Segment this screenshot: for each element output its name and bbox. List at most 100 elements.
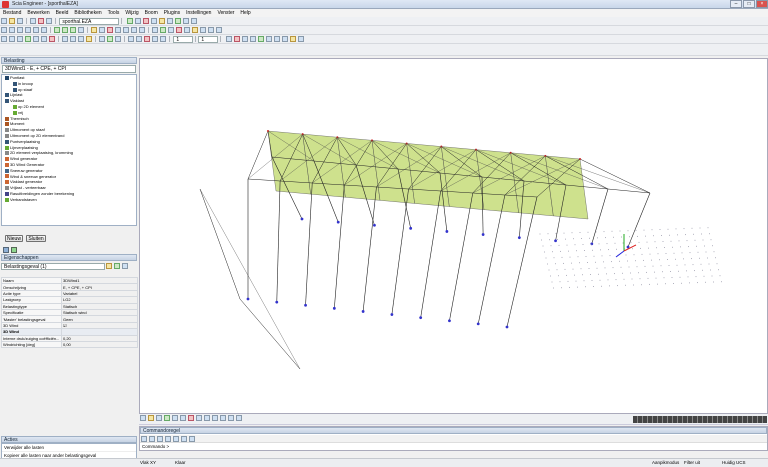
save-icon[interactable] — [17, 18, 23, 24]
document-icon[interactable] — [166, 18, 173, 24]
menu-venster[interactable]: Venster — [214, 9, 237, 17]
dimension-icon[interactable] — [192, 27, 198, 33]
loadcase-select[interactable]: 3DWind1 - E, + CPE, + CPI — [2, 65, 136, 73]
view-tool-6-icon[interactable] — [180, 415, 186, 421]
view-tool-8-icon[interactable] — [196, 415, 202, 421]
cmd-tool-6-icon[interactable] — [181, 436, 187, 442]
view-3d-icon[interactable] — [78, 27, 84, 33]
load-line-icon[interactable] — [136, 36, 142, 42]
view-tool-13-icon[interactable] — [236, 415, 242, 421]
delete-icon[interactable] — [49, 36, 55, 42]
info-icon[interactable] — [216, 27, 222, 33]
rotate-icon[interactable] — [41, 27, 47, 33]
cmd-tool-5-icon[interactable] — [173, 436, 179, 442]
property-value[interactable]: 0,00 — [61, 340, 138, 349]
clip-icon[interactable] — [265, 36, 272, 42]
close-button[interactable]: × — [756, 0, 768, 8]
trim-icon[interactable] — [62, 36, 68, 42]
label-icon[interactable] — [184, 27, 190, 33]
menu-bestand[interactable]: Bestand — [0, 9, 24, 17]
filter-icon[interactable] — [139, 27, 145, 33]
view-tool-3-icon[interactable] — [156, 415, 162, 421]
select-icon[interactable] — [1, 27, 7, 33]
property-row[interactable]: Windrichting [deg] 0,00 — [1, 340, 138, 349]
picture-icon[interactable] — [174, 18, 181, 24]
zoom-out-icon[interactable] — [25, 27, 31, 33]
cmd-tool-4-icon[interactable] — [165, 436, 171, 442]
spin-2[interactable]: 1 — [198, 36, 219, 43]
menu-instellingen[interactable]: Instellingen — [183, 9, 214, 17]
undo-icon[interactable] — [38, 18, 44, 24]
render-icon[interactable] — [99, 27, 105, 33]
zoom-in-icon[interactable] — [17, 27, 23, 33]
support-icon[interactable] — [168, 27, 174, 33]
line-icon[interactable] — [1, 36, 7, 42]
settings-icon[interactable] — [190, 18, 197, 24]
load-point-icon[interactable] — [128, 36, 134, 42]
table-icon[interactable] — [200, 27, 206, 33]
view-tool-12-icon[interactable] — [228, 415, 234, 421]
load-snow-icon[interactable] — [160, 36, 166, 42]
join-icon[interactable] — [86, 36, 92, 42]
structure-icon[interactable] — [126, 18, 133, 24]
cut-icon[interactable] — [273, 36, 280, 42]
view-z-icon[interactable] — [70, 27, 76, 33]
tree-item[interactable]: Verbandstaven — [2, 197, 136, 203]
hinge-icon[interactable] — [176, 27, 182, 33]
zoom-icon[interactable] — [9, 27, 15, 33]
redo-icon[interactable] — [46, 18, 52, 24]
section-icon[interactable] — [225, 36, 232, 42]
member-icon[interactable] — [152, 27, 158, 33]
status-ucs[interactable]: Huidig UCS — [722, 460, 746, 465]
view-tool-2-icon[interactable] — [148, 415, 154, 421]
pan-icon[interactable] — [33, 27, 39, 33]
gallery-icon[interactable] — [182, 18, 189, 24]
load-icon[interactable] — [134, 18, 141, 24]
menu-wijzig[interactable]: Wijzig — [122, 9, 141, 17]
snap-icon[interactable] — [123, 27, 129, 33]
action-delete-all[interactable]: Verwijder alle lasten — [2, 444, 136, 452]
minimize-button[interactable]: – — [730, 0, 742, 8]
properties-icon[interactable] — [208, 27, 214, 33]
cmd-tool-7-icon[interactable] — [189, 436, 195, 442]
command-prompt[interactable]: Commando > — [142, 444, 169, 449]
new-button[interactable]: Nieuw — [5, 235, 23, 242]
measure-icon[interactable] — [115, 36, 121, 42]
calc-icon[interactable] — [142, 18, 149, 24]
mirror-icon[interactable] — [41, 36, 47, 42]
menu-bewerken[interactable]: Bewerken — [24, 9, 52, 17]
project-combo[interactable]: sporthal.EZA — [59, 18, 120, 25]
menu-beeld[interactable]: Beeld — [53, 9, 72, 17]
menu-plugins[interactable]: Plugins — [161, 9, 183, 17]
menu-tools[interactable]: Tools — [105, 9, 123, 17]
view-tool-9-icon[interactable] — [204, 415, 210, 421]
node-icon[interactable] — [160, 27, 166, 33]
new-icon[interactable] — [1, 18, 7, 24]
select-props-icon[interactable] — [114, 263, 120, 269]
arc-icon[interactable] — [9, 36, 15, 42]
cmd-tool-1-icon[interactable] — [141, 436, 147, 442]
print-icon[interactable] — [30, 18, 36, 24]
extend-icon[interactable] — [70, 36, 76, 42]
wire-icon[interactable] — [107, 27, 113, 33]
grid-icon[interactable] — [115, 27, 121, 33]
view-tool-1-icon[interactable] — [140, 415, 146, 421]
box-icon[interactable] — [281, 36, 288, 42]
ucs-icon[interactable] — [233, 36, 240, 42]
maximize-button[interactable]: □ — [743, 0, 755, 8]
menu-help[interactable]: Help — [237, 9, 253, 17]
array-icon[interactable] — [99, 36, 105, 42]
polyline-icon[interactable] — [17, 36, 23, 42]
plane-icon[interactable] — [241, 36, 248, 42]
view-x-icon[interactable] — [54, 27, 60, 33]
status-snap[interactable]: Aanpikmodus — [652, 460, 679, 465]
load-wind-icon[interactable] — [152, 36, 158, 42]
check-icon[interactable] — [158, 18, 165, 24]
view-tool-10-icon[interactable] — [212, 415, 218, 421]
view-y-icon[interactable] — [62, 27, 68, 33]
cmd-tool-3-icon[interactable] — [157, 436, 163, 442]
view-tool-7-icon[interactable] — [188, 415, 194, 421]
light-icon[interactable] — [91, 27, 97, 33]
layer-icon[interactable] — [131, 27, 137, 33]
view-tool-4-icon[interactable] — [164, 415, 170, 421]
